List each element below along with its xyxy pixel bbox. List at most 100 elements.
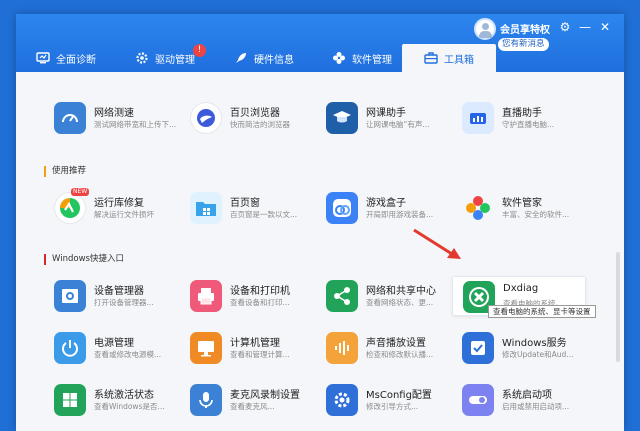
tool-title: 系统启动项: [502, 390, 552, 401]
share-icon: [326, 280, 358, 312]
software-manager-icon: [462, 192, 494, 224]
tool-desc: 查看设备和打印...: [230, 298, 290, 307]
tool-title: 直播助手: [502, 108, 542, 119]
tool-sound-playback[interactable]: 声音播放设置 检查和修改默认播...: [316, 328, 446, 368]
settings-icon[interactable]: ⚙: [558, 20, 572, 34]
tool-title: 网络测速: [94, 108, 134, 119]
tool-game-box[interactable]: 游戏盒子 开局即用游戏装备...: [316, 188, 446, 228]
tool-title: 麦克风录制设置: [230, 390, 300, 401]
tool-title: 计算机管理: [230, 338, 280, 349]
live-icon: [462, 102, 494, 134]
tab-toolbox[interactable]: 工具箱: [402, 44, 496, 72]
tool-microphone-settings[interactable]: 麦克风录制设置 查看麦克风...: [180, 380, 310, 420]
tool-computer-management[interactable]: 计算机管理 查看和管理计算...: [180, 328, 310, 368]
tool-desc: 守护直播电脑...: [502, 120, 555, 129]
section-recommended: 使用推荐: [44, 166, 86, 177]
tab-label: 软件管理: [352, 54, 392, 66]
browser-icon: [190, 102, 222, 134]
device-manager-icon: [54, 280, 86, 312]
sound-wave-icon: [326, 332, 358, 364]
tool-msconfig[interactable]: MsConfig配置 修改引导方式...: [316, 380, 446, 420]
tool-title: Dxdiag: [503, 283, 539, 294]
tool-desc: 查看或修改电源模...: [94, 350, 162, 359]
tool-device-manager[interactable]: 设备管理器 打开设备管理器...: [44, 276, 174, 316]
tab-software-management[interactable]: 软件管理: [314, 44, 410, 72]
tool-title: 设备和打印机: [230, 286, 290, 297]
printer-icon: [190, 280, 222, 312]
tool-power-management[interactable]: 电源管理 查看或修改电源模...: [44, 328, 174, 368]
user-name[interactable]: 会员享特权: [500, 21, 550, 36]
tool-desc: 检查和修改默认播...: [366, 350, 434, 359]
tool-desc: 查看麦克风...: [230, 402, 275, 411]
speedometer-icon: [54, 102, 86, 134]
main-tabs: 全面诊断 驱动管理 ! 硬件信息 软件管理 工具箱: [16, 44, 624, 72]
tool-desc: 让网课电脑“有声...: [366, 120, 430, 129]
tool-online-class-helper[interactable]: 网课助手 让网课电脑“有声...: [316, 98, 446, 138]
tool-title: 设备管理器: [94, 286, 144, 297]
tool-title: 网课助手: [366, 108, 406, 119]
power-icon: [54, 332, 86, 364]
tab-label: 硬件信息: [254, 54, 294, 66]
runtime-repair-icon: [54, 192, 86, 224]
tool-title: 百页窗: [230, 198, 260, 209]
tool-title: 系统激活状态: [94, 390, 154, 401]
tool-activation-status[interactable]: 系统激活状态 查看Windows是否...: [44, 380, 174, 420]
section-windows-shortcuts: Windows快捷入口: [44, 254, 124, 265]
tool-title: 运行库修复: [94, 198, 144, 209]
driver-alert-badge: !: [193, 44, 206, 57]
tab-hardware-info[interactable]: 硬件信息: [216, 44, 312, 72]
tool-live-stream-helper[interactable]: 直播助手 守护直播电脑...: [452, 98, 582, 138]
tool-software-manager[interactable]: 软件管家 丰富、安全的软件...: [452, 188, 582, 228]
tool-desc: 查看网络状态、更...: [366, 298, 434, 307]
tool-startup-items[interactable]: 系统启动项 启用或禁用启动项...: [452, 380, 582, 420]
tool-windows-services[interactable]: Windows服务 修改Update和Aud...: [452, 328, 582, 368]
game-box-icon: [326, 192, 358, 224]
tool-title: 游戏盒子: [366, 198, 406, 209]
close-button[interactable]: ✕: [598, 20, 612, 34]
minimize-button[interactable]: —: [578, 20, 592, 34]
microphone-icon: [190, 384, 222, 416]
toolbox-icon: [424, 51, 438, 65]
tab-label: 驱动管理: [155, 54, 195, 66]
graduation-cap-icon: [326, 102, 358, 134]
tab-label: 工具箱: [444, 54, 474, 66]
new-badge: NEW: [71, 188, 90, 196]
monitor-icon: [36, 51, 50, 65]
tool-baiye-window[interactable]: 百页窗 百页窗是一款以文...: [180, 188, 310, 228]
rocket-icon: [234, 51, 248, 65]
flower-icon: [332, 51, 346, 65]
tool-desc: 启用或禁用启动项...: [502, 402, 570, 411]
dxdiag-tooltip: 查看电脑的系统、显卡等设置: [488, 305, 596, 318]
tool-runtime-repair[interactable]: NEW 运行库修复 解决运行文件损坏: [44, 188, 174, 228]
toolbox-content: 网络测速 测试网络带宽和上传下... 百贝浏览器 快而简洁的浏览器 网课助手 让…: [16, 72, 624, 431]
tool-desc: 查看Windows是否...: [94, 402, 165, 411]
tool-desc: 测试网络带宽和上传下...: [94, 120, 176, 129]
avatar[interactable]: [474, 18, 496, 40]
tool-network-speed[interactable]: 网络测速 测试网络带宽和上传下...: [44, 98, 176, 138]
toggle-icon: [462, 384, 494, 416]
tool-desc: 修改Update和Aud...: [502, 350, 574, 359]
tool-desc: 开局即用游戏装备...: [366, 210, 434, 219]
tool-devices-printers[interactable]: 设备和打印机 查看设备和打印...: [180, 276, 310, 316]
tab-label: 全面诊断: [56, 54, 96, 66]
tool-desc: 修改引导方式...: [366, 402, 419, 411]
computer-icon: [190, 332, 222, 364]
gear-icon: [135, 51, 149, 65]
tool-title: 百贝浏览器: [230, 108, 280, 119]
tool-title: 电源管理: [94, 338, 134, 349]
scrollbar[interactable]: [616, 252, 620, 362]
tool-desc: 打开设备管理器...: [94, 298, 154, 307]
tool-desc: 解决运行文件损坏: [94, 210, 154, 219]
tool-title: 声音播放设置: [366, 338, 426, 349]
tool-baibei-browser[interactable]: 百贝浏览器 快而简洁的浏览器: [180, 98, 310, 138]
folder-icon: [190, 192, 222, 224]
tool-title: 网络和共享中心: [366, 286, 436, 297]
app-window: 会员享特权 您有新消息 ⚙ — ✕ 全面诊断 驱动管理 ! 硬件信息 软件管理: [16, 14, 624, 431]
tool-network-sharing-center[interactable]: 网络和共享中心 查看网络状态、更...: [316, 276, 446, 316]
tool-desc: 查看和管理计算...: [230, 350, 290, 359]
config-gear-icon: [326, 384, 358, 416]
tab-full-diagnosis[interactable]: 全面诊断: [16, 44, 116, 72]
tool-desc: 百页窗是一款以文...: [230, 210, 298, 219]
title-bar: 会员享特权 您有新消息 ⚙ — ✕ 全面诊断 驱动管理 ! 硬件信息 软件管理: [16, 14, 624, 72]
tool-desc: 快而简洁的浏览器: [230, 120, 290, 129]
